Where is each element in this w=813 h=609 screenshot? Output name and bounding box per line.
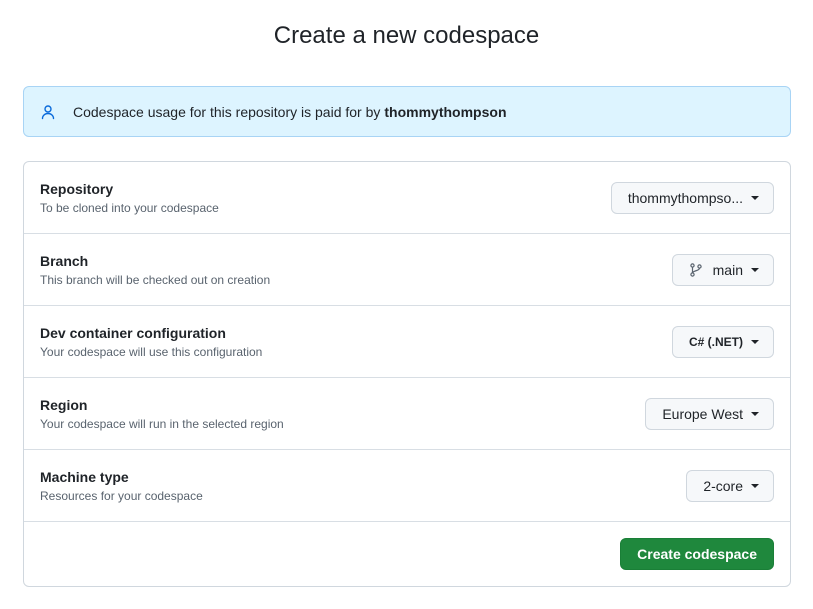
setting-description: This branch will be checked out on creat… [40, 273, 271, 287]
setting-title: Region [40, 397, 88, 413]
setting-row-dev-container: Dev container configuration Your codespa… [24, 306, 790, 378]
billing-owner: thommythompson [384, 103, 507, 120]
create-codespace-button[interactable]: Create codespace [620, 538, 774, 570]
caret-down-icon [751, 268, 759, 272]
machine-type-dropdown[interactable]: 2-core [686, 470, 774, 502]
setting-row-branch: Branch This branch will be checked out o… [24, 234, 790, 306]
caret-down-icon [751, 484, 759, 488]
setting-description: Your codespace will run in the selected … [40, 417, 284, 431]
machine-type-value: 2-core [703, 478, 743, 494]
repository-value: thommythompso... [627, 190, 743, 206]
region-value: Europe West [662, 406, 743, 422]
region-dropdown[interactable]: Europe West [645, 398, 774, 430]
codespace-settings-card: Repository To be cloned into your codesp… [23, 161, 791, 587]
page-title: Create a new codespace [273, 22, 540, 49]
caret-down-icon [751, 412, 759, 416]
setting-description: To be cloned into your codespace [40, 201, 219, 215]
setting-title: Branch [40, 253, 89, 269]
setting-title: Repository [40, 181, 114, 197]
caret-down-icon [751, 340, 759, 344]
person-icon [40, 104, 56, 120]
setting-title: Dev container configuration [40, 325, 226, 341]
dev-container-dropdown[interactable]: C# (.NET) [672, 326, 774, 358]
dev-container-value: C# (.NET) [689, 335, 743, 349]
setting-description: Your codespace will use this configurati… [40, 345, 263, 359]
setting-row-repository: Repository To be cloned into your codesp… [24, 162, 790, 234]
repository-dropdown[interactable]: thommythompso... [610, 182, 774, 214]
git-branch-icon [689, 263, 703, 277]
setting-title: Machine type [40, 469, 129, 485]
setting-row-region: Region Your codespace will run in the se… [24, 378, 790, 450]
card-footer: Create codespace [24, 522, 790, 587]
setting-row-machine-type: Machine type Resources for your codespac… [24, 450, 790, 522]
setting-description: Resources for your codespace [40, 489, 203, 503]
billing-banner-text: Codespace usage for this repository is p… [73, 103, 381, 120]
billing-banner: Codespace usage for this repository is p… [23, 86, 791, 137]
branch-value: main [712, 262, 743, 278]
branch-dropdown[interactable]: main [671, 254, 774, 286]
caret-down-icon [751, 196, 759, 200]
